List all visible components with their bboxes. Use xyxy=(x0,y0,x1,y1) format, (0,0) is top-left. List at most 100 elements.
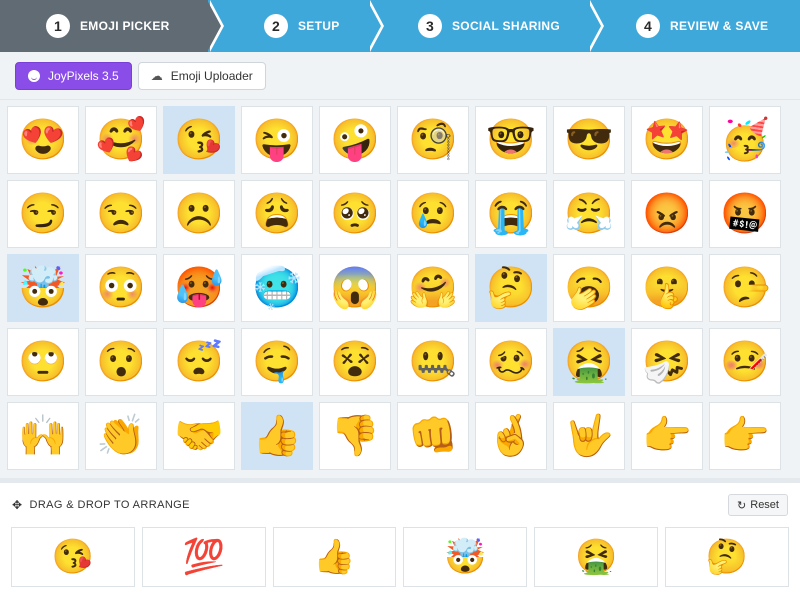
emoji-cell[interactable]: 👊 xyxy=(397,402,469,470)
emoji-cell[interactable]: 😤 xyxy=(553,180,625,248)
emoji-cell[interactable]: 😡 xyxy=(631,180,703,248)
emoji-cell[interactable]: 🤞 xyxy=(475,402,547,470)
emoji-cell[interactable]: 🤒 xyxy=(709,328,781,396)
refresh-icon: ↻ xyxy=(737,499,747,512)
emoji-cell[interactable]: 🥵 xyxy=(163,254,235,322)
step-emoji-picker[interactable]: 1 EMOJI PICKER xyxy=(0,0,224,52)
emoji-cell[interactable]: 🙄 xyxy=(7,328,79,396)
emoji-uploader-button[interactable]: ☁ Emoji Uploader xyxy=(137,61,266,90)
emoji-glyph: 😳 xyxy=(96,266,146,310)
emoji-cell[interactable]: 🤮 xyxy=(553,328,625,396)
arrange-title-text: DRAG & DROP TO ARRANGE xyxy=(29,499,190,511)
step-label: SETUP xyxy=(298,19,340,33)
emoji-glyph: 😎 xyxy=(564,118,614,162)
emoji-glyph: 😩 xyxy=(252,192,302,236)
emoji-cell[interactable]: 😭 xyxy=(475,180,547,248)
step-label: SOCIAL SHARING xyxy=(452,19,560,33)
emoji-cell[interactable]: 🥺 xyxy=(319,180,391,248)
emoji-cell[interactable]: 👉 xyxy=(631,402,703,470)
emoji-cell[interactable]: 😯 xyxy=(85,328,157,396)
emoji-glyph: 😭 xyxy=(486,192,536,236)
emoji-cell[interactable]: 🙌 xyxy=(7,402,79,470)
step-social-sharing[interactable]: 3 SOCIAL SHARING xyxy=(368,0,604,52)
step-setup[interactable]: 2 SETUP xyxy=(208,0,384,52)
emoji-cell[interactable]: 🥳 xyxy=(709,106,781,174)
emoji-cell[interactable]: 😵 xyxy=(319,328,391,396)
emoji-cell[interactable]: 😍 xyxy=(7,106,79,174)
slot-emoji: 💯 xyxy=(182,538,225,576)
emoji-glyph: 😤 xyxy=(564,192,614,236)
emoji-cell[interactable]: 🤓 xyxy=(475,106,547,174)
emoji-glyph: 🤒 xyxy=(720,340,770,384)
emoji-glyph: 😍 xyxy=(18,118,68,162)
emoji-cell[interactable]: 🤔 xyxy=(475,254,547,322)
emoji-cell[interactable]: 😒 xyxy=(85,180,157,248)
emoji-cell[interactable]: 😢 xyxy=(397,180,469,248)
emoji-glyph: 😜 xyxy=(252,118,302,162)
emoji-cell[interactable]: 🧐 xyxy=(397,106,469,174)
emoji-cell[interactable]: 😏 xyxy=(7,180,79,248)
emoji-cell[interactable]: 🤗 xyxy=(397,254,469,322)
emoji-glyph: 😒 xyxy=(96,192,146,236)
emoji-glyph: 🤔 xyxy=(486,266,536,310)
arrange-slots: 😘 💯 👍 🤯 🤮 🤔 xyxy=(0,527,800,587)
arrange-slot[interactable]: 🤯 xyxy=(403,527,528,587)
emoji-cell[interactable]: 🥰 xyxy=(85,106,157,174)
emoji-cell[interactable]: 😱 xyxy=(319,254,391,322)
emoji-cell[interactable]: 🤧 xyxy=(631,328,703,396)
emoji-cell[interactable]: 👎 xyxy=(319,402,391,470)
emoji-cell[interactable]: 🤥 xyxy=(709,254,781,322)
emoji-glyph: 👉 xyxy=(642,414,692,458)
arrange-slot[interactable]: 👍 xyxy=(272,527,397,587)
emoji-cell[interactable]: 🤫 xyxy=(631,254,703,322)
emoji-glyph: 🤗 xyxy=(408,266,458,310)
emoji-glyph: 🤐 xyxy=(408,340,458,384)
reset-label: Reset xyxy=(750,499,779,511)
arrange-slot[interactable]: 💯 xyxy=(141,527,266,587)
emoji-cell[interactable]: 🥴 xyxy=(475,328,547,396)
arrange-slot[interactable]: 😘 xyxy=(11,527,135,587)
emoji-cell[interactable]: ☹️ xyxy=(163,180,235,248)
step-number: 3 xyxy=(418,14,442,38)
emoji-glyph: 🥳 xyxy=(720,118,770,162)
emoji-glyph: 👊 xyxy=(408,414,458,458)
emoji-cell[interactable]: 😩 xyxy=(241,180,313,248)
emoji-cell[interactable]: 👏 xyxy=(85,402,157,470)
emoji-cell[interactable]: 🤤 xyxy=(241,328,313,396)
emoji-cell[interactable]: 😜 xyxy=(241,106,313,174)
joypixels-label: JoyPixels 3.5 xyxy=(48,68,119,83)
emoji-cell[interactable]: 🤯 xyxy=(7,254,79,322)
emoji-cell[interactable]: 😳 xyxy=(85,254,157,322)
emoji-glyph: 🧐 xyxy=(408,118,458,162)
emoji-cell[interactable]: 🤟 xyxy=(553,402,625,470)
emoji-glyph: 🤥 xyxy=(720,266,770,310)
emoji-cell[interactable]: 🤬 xyxy=(709,180,781,248)
emoji-cell[interactable]: 🥶 xyxy=(241,254,313,322)
emoji-cell[interactable]: 😴 xyxy=(163,328,235,396)
reset-button[interactable]: ↻ Reset xyxy=(728,494,788,516)
joypixels-button[interactable]: JoyPixels 3.5 xyxy=(15,61,132,90)
emoji-glyph: 🥵 xyxy=(174,266,224,310)
arrange-slot[interactable]: 🤮 xyxy=(534,527,659,587)
emoji-glyph: 😡 xyxy=(642,192,692,236)
step-review-save[interactable]: 4 REVIEW & SAVE xyxy=(588,0,800,52)
stepper: 1 EMOJI PICKER 2 SETUP 3 SOCIAL SHARING … xyxy=(0,0,800,52)
emoji-cell[interactable]: 🤩 xyxy=(631,106,703,174)
emoji-glyph: 🙌 xyxy=(18,414,68,458)
emoji-glyph: 🤪 xyxy=(330,118,380,162)
step-label: REVIEW & SAVE xyxy=(670,19,769,33)
emoji-cell[interactable]: 😘 xyxy=(163,106,235,174)
move-arrows-icon: ✥ xyxy=(12,498,23,512)
emoji-cell[interactable]: 🥱 xyxy=(553,254,625,322)
arrange-slot[interactable]: 🤔 xyxy=(665,527,789,587)
emoji-glyph: 😢 xyxy=(408,192,458,236)
emoji-cell[interactable]: 😎 xyxy=(553,106,625,174)
emoji-cell[interactable]: 👉 xyxy=(709,402,781,470)
emoji-cell[interactable]: 🤝 xyxy=(163,402,235,470)
emoji-cell[interactable]: 🤪 xyxy=(319,106,391,174)
emoji-cell[interactable]: 🤐 xyxy=(397,328,469,396)
chevron-divider xyxy=(207,0,221,52)
source-toolbar: JoyPixels 3.5 ☁ Emoji Uploader xyxy=(0,52,800,100)
emoji-cell[interactable]: 👍 xyxy=(241,402,313,470)
slot-emoji: 😘 xyxy=(51,538,95,576)
